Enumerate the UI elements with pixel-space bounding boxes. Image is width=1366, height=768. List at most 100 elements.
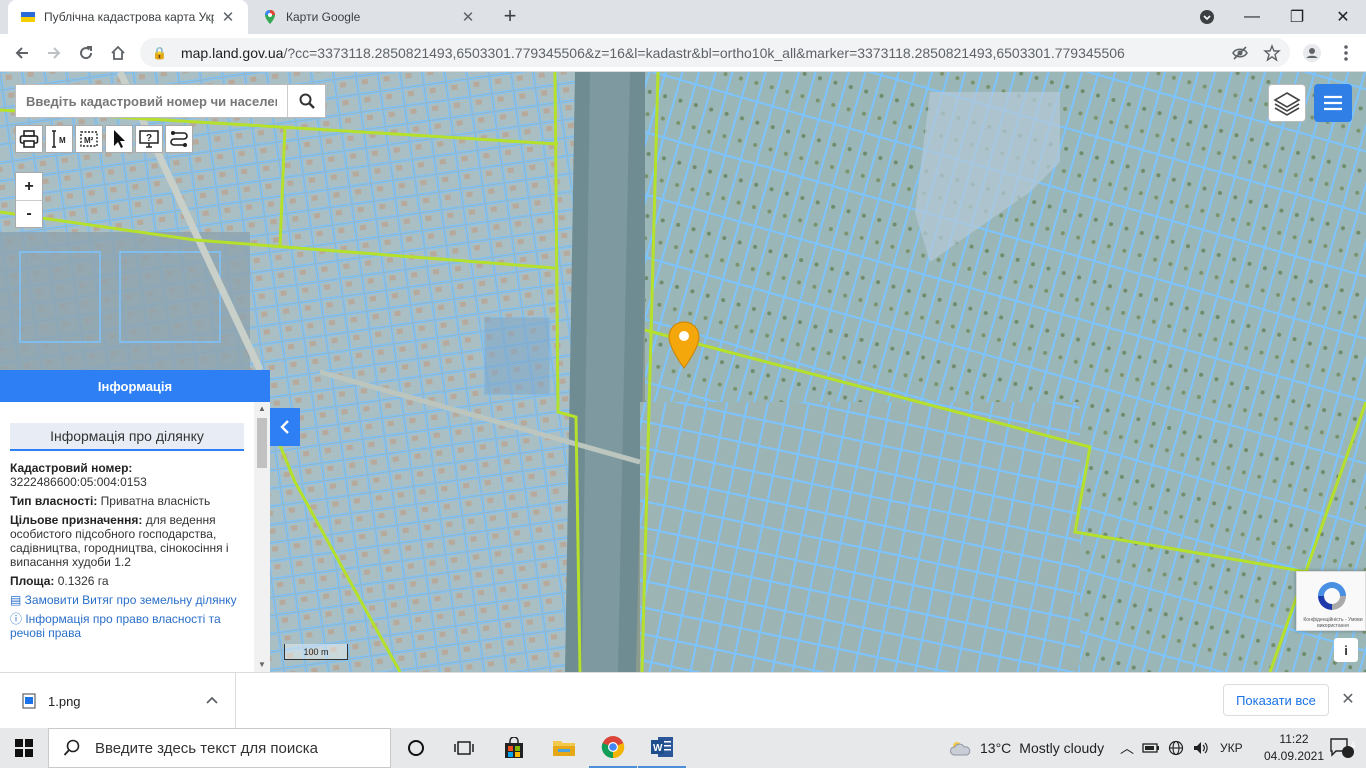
lock-icon[interactable]: 🔒 <box>152 46 167 60</box>
info-panel-scrollbar[interactable]: ▲ ▼ <box>254 402 270 672</box>
browser-menu-button[interactable] <box>1332 39 1360 67</box>
search-input[interactable] <box>16 85 287 117</box>
store-app-button[interactable] <box>490 728 538 768</box>
home-button[interactable] <box>104 39 132 67</box>
hamburger-icon <box>1324 95 1342 111</box>
cortana-button[interactable] <box>392 728 440 768</box>
network-globe-icon[interactable] <box>1168 740 1184 756</box>
image-file-icon <box>22 693 36 709</box>
address-bar[interactable]: 🔒 map.land.gov.ua/?cc=3373118.2850821493… <box>140 38 1290 67</box>
reload-button[interactable] <box>72 39 100 67</box>
home-icon <box>111 45 125 60</box>
scroll-thumb[interactable] <box>257 418 267 468</box>
tab-google-maps[interactable]: Карти Google ✕ <box>250 0 488 34</box>
cadastral-number-value: 3222486600:05:004:0153 <box>10 475 147 489</box>
tab-cadastral-map[interactable]: Публічна кадастрова карта Укр ✕ <box>8 0 248 34</box>
taskbar-search-placeholder: Введите здесь текст для поиска <box>95 739 318 757</box>
download-item[interactable]: 1.png <box>0 673 236 729</box>
close-tab-icon[interactable]: ✕ <box>220 8 236 26</box>
cadastral-number-label: Кадастровий номер: <box>10 461 133 475</box>
search-button[interactable] <box>287 85 325 117</box>
location-marker[interactable] <box>667 320 701 373</box>
chevron-left-icon <box>280 420 289 434</box>
maximize-button[interactable]: ❐ <box>1274 0 1320 34</box>
chevron-up-icon[interactable]: ︿ <box>1118 738 1136 758</box>
word-app-button[interactable]: W <box>638 728 686 768</box>
google-maps-icon <box>265 10 275 24</box>
store-bag-icon <box>505 737 523 758</box>
measure-distance-button[interactable]: M <box>45 125 73 153</box>
main-menu-button[interactable] <box>1314 84 1352 122</box>
monitor-question-icon: ? <box>139 130 159 148</box>
notifications-button[interactable]: 4 <box>1318 728 1366 768</box>
clock-date: 04.09.2021 <box>1263 749 1325 763</box>
info-identify-button[interactable]: ? <box>135 125 163 153</box>
task-view-icon <box>454 741 474 755</box>
system-clock[interactable]: 11:22 04.09.2021 <box>1262 731 1326 765</box>
weather-description: Mostly cloudy <box>1019 740 1105 756</box>
purpose-row: Цільове призначення: для ведення особист… <box>10 513 244 569</box>
scroll-up-arrow-icon[interactable]: ▲ <box>254 402 270 416</box>
minimize-button[interactable]: — <box>1229 0 1275 34</box>
measure-area-button[interactable]: M² <box>75 125 103 153</box>
zoom-in-button[interactable]: + <box>16 173 42 200</box>
info-panel: Інформація Інформація про ділянку Кадаст… <box>0 370 270 672</box>
svg-text:?: ? <box>146 133 152 144</box>
info-panel-header[interactable]: Інформація <box>0 370 270 402</box>
forward-button[interactable] <box>40 39 68 67</box>
star-icon <box>1263 44 1281 62</box>
cursor-arrow-icon <box>114 130 125 148</box>
area-row: Площа: 0.1326 га <box>10 574 244 588</box>
close-tab-icon[interactable]: ✕ <box>460 8 476 26</box>
bookmark-star-button[interactable] <box>1258 39 1286 67</box>
order-extract-link[interactable]: ▤ Замовити Витяг про земельну ділянку <box>10 593 244 607</box>
word-icon: W <box>651 737 673 757</box>
volume-icon[interactable] <box>1192 740 1210 756</box>
windows-taskbar: Введите здесь текст для поиска W 13°C Mo… <box>0 728 1366 768</box>
taskbar-search-box[interactable]: Введите здесь текст для поиска <box>48 728 391 768</box>
info-circle-icon: ⓘ <box>10 612 26 626</box>
hidden-eye-button[interactable] <box>1226 39 1254 67</box>
browser-tab-bar: Публічна кадастрова карта Укр ✕ Карти Go… <box>0 0 1366 34</box>
layers-button[interactable] <box>1268 84 1306 122</box>
ownership-row: Тип власності: Приватна власність <box>10 494 244 508</box>
back-button[interactable] <box>8 39 36 67</box>
map-info-button[interactable]: i <box>1334 638 1358 662</box>
chrome-app-button[interactable] <box>589 728 637 768</box>
weather-widget[interactable]: 13°C Mostly cloudy <box>948 728 1104 768</box>
close-window-button[interactable]: ✕ <box>1320 0 1366 34</box>
collapse-panel-button[interactable] <box>270 408 300 446</box>
ownership-rights-link[interactable]: ⓘ Інформація про право власності та речо… <box>10 612 244 640</box>
area-measure-icon: M² <box>80 131 98 147</box>
chevron-up-icon[interactable] <box>206 695 218 705</box>
recaptcha-terms[interactable]: Конфіденційність - Умови використання <box>1300 617 1366 629</box>
file-explorer-button[interactable] <box>540 728 588 768</box>
new-tab-button[interactable]: + <box>498 5 522 29</box>
download-file-name: 1.png <box>48 693 81 709</box>
scroll-down-arrow-icon[interactable]: ▼ <box>254 658 270 672</box>
printer-icon <box>19 130 39 148</box>
recaptcha-icon <box>1318 582 1346 610</box>
ukraine-flag-icon <box>21 12 35 22</box>
profile-button[interactable] <box>1298 39 1326 67</box>
zoom-out-button[interactable]: - <box>16 200 42 227</box>
input-language[interactable]: УКР <box>1220 741 1243 755</box>
notification-count: 4 <box>1350 740 1356 750</box>
start-button[interactable] <box>0 728 48 768</box>
task-view-button[interactable] <box>440 728 488 768</box>
print-button[interactable] <box>15 125 43 153</box>
show-all-downloads-button[interactable]: Показати все <box>1223 684 1329 716</box>
cadastral-number-row: Кадастровий номер: 3222486600:05:004:0153 <box>10 461 244 489</box>
route-button[interactable] <box>165 125 193 153</box>
tab-search-button[interactable] <box>1184 0 1230 34</box>
area-label: Площа: <box>10 574 55 588</box>
select-pointer-button[interactable] <box>105 125 133 153</box>
cadastral-map[interactable]: M M² ? + - Інформація Інформація про діл… <box>0 72 1366 672</box>
ownership-label: Тип власності: <box>10 494 98 508</box>
close-download-bar-icon[interactable]: ✕ <box>1338 689 1358 709</box>
eye-slash-icon <box>1232 46 1248 60</box>
battery-icon[interactable] <box>1142 742 1160 754</box>
layers-icon <box>1273 92 1301 116</box>
recaptcha-badge[interactable]: Конфіденційність - Умови використання <box>1296 571 1366 631</box>
url-text: map.land.gov.ua/?cc=3373118.2850821493,6… <box>181 45 1125 61</box>
